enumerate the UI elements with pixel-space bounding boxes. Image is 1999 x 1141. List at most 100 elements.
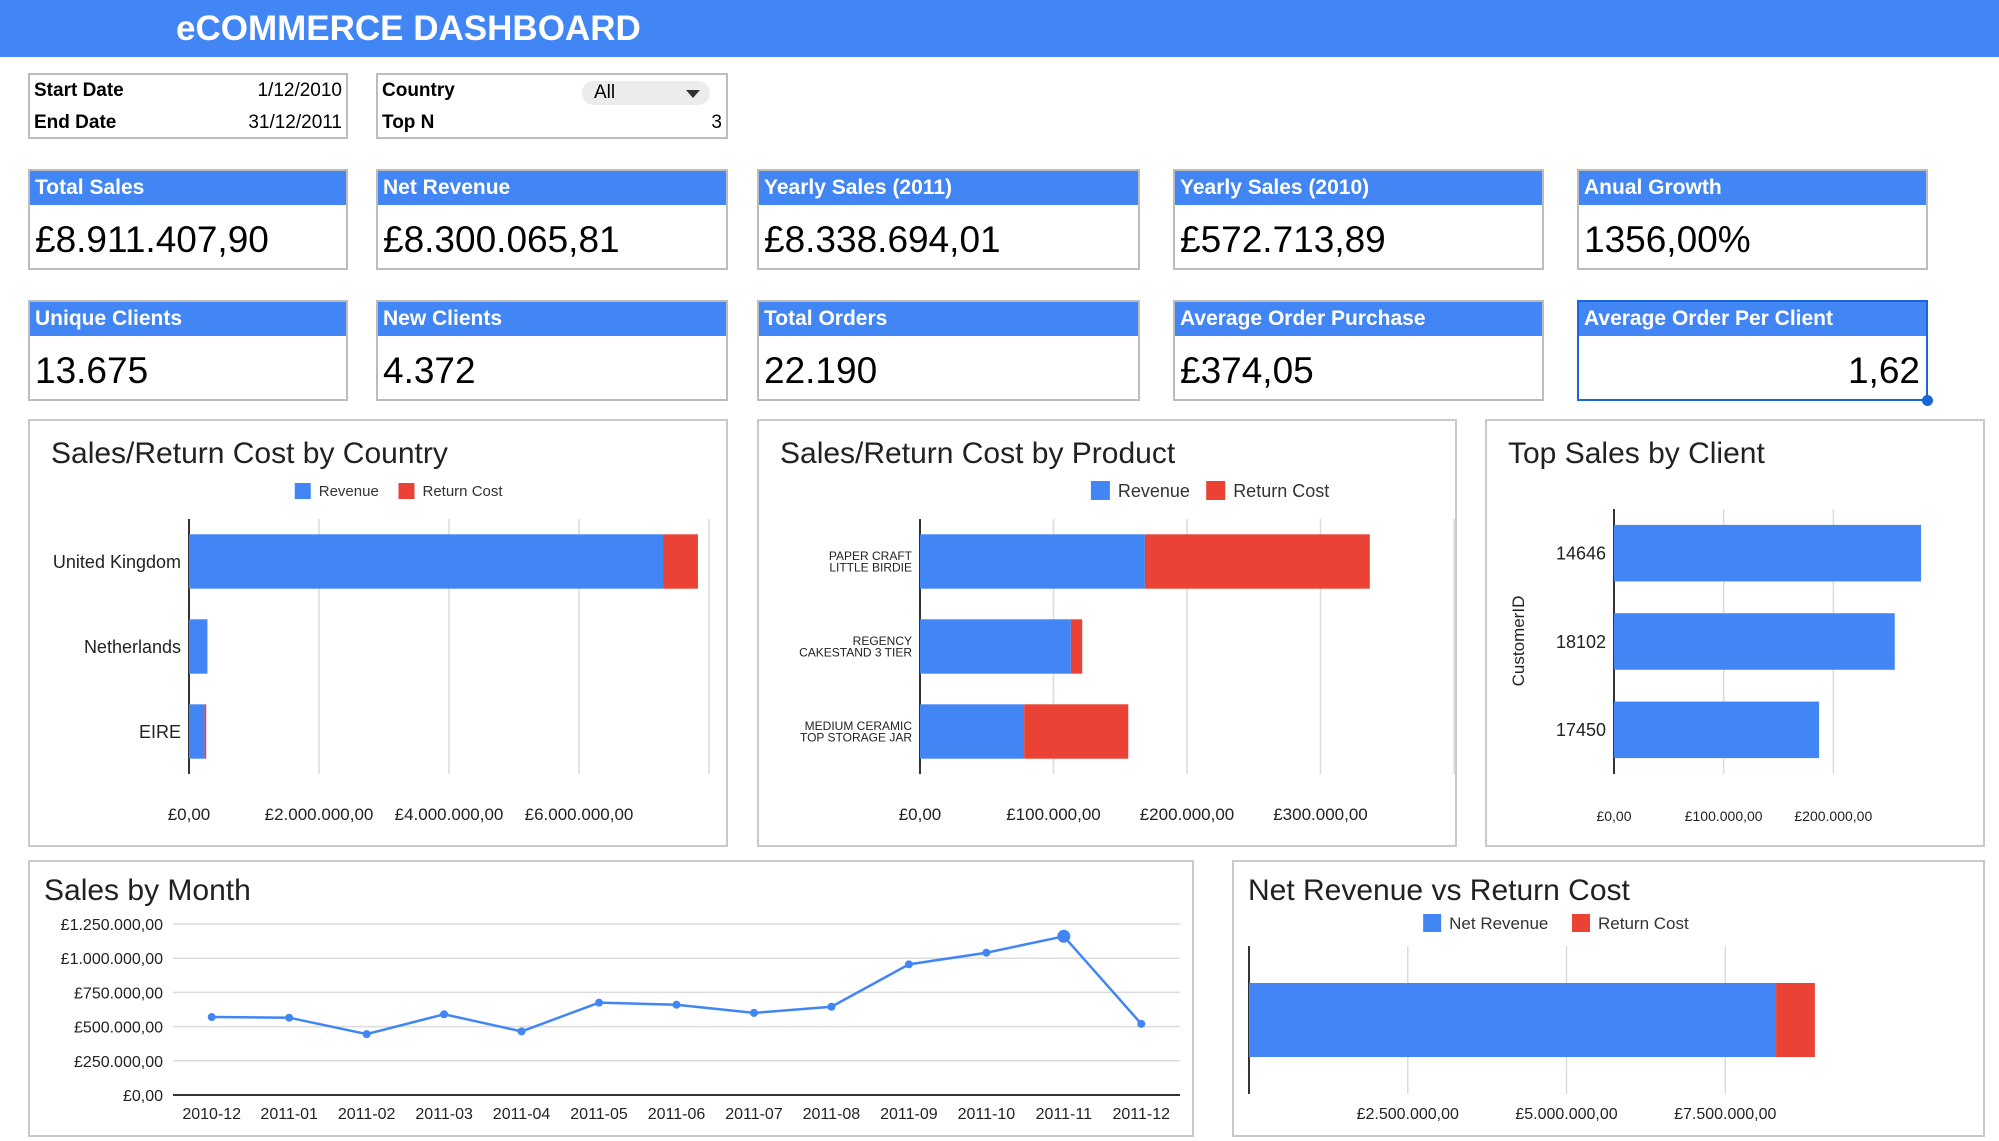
- x-tick-label: 2011-12: [1113, 1106, 1171, 1123]
- x-tick-label: 2011-07: [725, 1106, 783, 1123]
- tick-label: £4.000.000,00: [395, 805, 504, 824]
- bar: [1776, 983, 1815, 1057]
- data-point: [285, 1013, 294, 1022]
- tick-label: £1.000.000,00: [61, 951, 163, 968]
- end-date-label: End Date: [34, 112, 117, 133]
- data-point: [982, 948, 991, 957]
- tick-label: £6.000.000,00: [525, 805, 634, 824]
- data-point: [1057, 929, 1071, 943]
- data-point: [749, 1008, 758, 1017]
- kpi-label: Anual Growth: [1584, 176, 1722, 199]
- start-date-value[interactable]: 1/12/2010: [257, 80, 342, 102]
- netrev-chart-svg: Net Revenue Return Cost £2.500.000,00 £5.00…: [1248, 914, 1815, 1123]
- kpi-annual-growth: Anual Growth 1356,00%: [1577, 169, 1928, 270]
- bar: [204, 704, 207, 759]
- kpi-unique-clients: Unique Clients 13.675: [28, 300, 348, 401]
- tick-label: £7.500.000,00: [1674, 1106, 1776, 1123]
- tick-label: £2.500.000,00: [1357, 1106, 1459, 1123]
- data-point: [672, 1000, 681, 1009]
- kpi-value: 22.190: [764, 350, 878, 391]
- tick-label: £1.250.000,00: [61, 917, 163, 934]
- bar: [1614, 701, 1820, 759]
- tick-label: £2.000.000,00: [265, 805, 374, 824]
- category-label: 18102: [1556, 632, 1606, 652]
- product-chart-svg: Revenue Return CostPAPER CRAFTLITTLE BIRD…: [799, 481, 1455, 824]
- legend-label: Revenue: [1118, 481, 1190, 501]
- legend-swatch: [1572, 914, 1590, 932]
- date-filter-panel: Start Date 1/12/2010 End Date 31/12/2011: [28, 73, 348, 139]
- category-label: United Kingdom: [53, 552, 181, 572]
- kpi-total-orders: Total Orders 22.190: [757, 300, 1140, 401]
- data-point: [517, 1027, 526, 1036]
- selection-handle[interactable]: [1922, 395, 1933, 406]
- chevron-down-icon: [686, 90, 700, 98]
- panel-netrev-chart: Net Revenue vs Return Cost Net Revenue Re…: [1232, 860, 1985, 1137]
- kpi-label: Yearly Sales (2011): [764, 176, 952, 199]
- kpi-yearly-sales-2011: Yearly Sales (2011) £8.338.694,01: [757, 169, 1140, 270]
- legend-swatch: [1206, 481, 1226, 500]
- x-tick-label: 2011-04: [493, 1106, 551, 1123]
- kpi-label: Unique Clients: [35, 307, 183, 330]
- tick-label: £200.000,00: [1794, 808, 1872, 824]
- panel-country-chart: Sales/Return Cost by Country Revenue Retu…: [28, 419, 728, 847]
- legend-swatch: [294, 483, 311, 499]
- panel-product-chart: Sales/Return Cost by Product Revenue Retu…: [757, 419, 1457, 847]
- tick-label: £0,00: [168, 805, 211, 824]
- tick-label: £250.000,00: [74, 1054, 163, 1071]
- kpi-label: Total Sales: [35, 176, 145, 199]
- kpi-label: Yearly Sales (2010): [1180, 176, 1370, 199]
- kpi-new-clients: New Clients 4.372: [376, 300, 728, 401]
- legend-label: Return Cost: [1233, 481, 1329, 501]
- x-tick-label: 2011-11: [1036, 1106, 1092, 1123]
- category-label: LITTLE BIRDIE: [829, 560, 912, 574]
- tick-label: £0,00: [899, 805, 942, 824]
- country-dropdown-value: All: [594, 82, 616, 103]
- kpi-label: Average Order Purchase: [1180, 307, 1426, 330]
- kpi-net-revenue: Net Revenue £8.300.065,81: [376, 169, 728, 270]
- kpi-value: 13.675: [35, 350, 149, 391]
- topn-value[interactable]: 3: [711, 112, 722, 134]
- bar: [189, 534, 664, 589]
- bar: [189, 704, 205, 759]
- legend-swatch: [398, 483, 415, 499]
- kpi-label: Total Orders: [764, 307, 888, 330]
- kpi-value: £572.713,89: [1180, 219, 1386, 260]
- panel-month-chart: Sales by Month £0,00 £250.000,00 £500.000,…: [28, 860, 1194, 1137]
- kpi-value: £374,05: [1180, 350, 1314, 391]
- kpi-average-order-per-client[interactable]: Average Order Per Client 1,62: [1577, 300, 1928, 401]
- kpi-value: 4.372: [383, 350, 476, 391]
- x-tick-label: 2010-12: [182, 1106, 241, 1123]
- legend-label: Return Cost: [423, 483, 504, 500]
- x-tick-label: 2011-08: [803, 1106, 861, 1123]
- bar: [1024, 704, 1129, 759]
- kpi-value: 1,62: [1847, 350, 1920, 391]
- legend-label: Return Cost: [1598, 914, 1689, 933]
- category-label: TOP STORAGE JAR: [800, 730, 912, 744]
- category-label: 17450: [1556, 720, 1606, 740]
- data-point: [904, 960, 913, 969]
- tick-label: £0,00: [123, 1088, 163, 1105]
- bar: [1249, 983, 1777, 1057]
- data-point: [440, 1010, 449, 1019]
- bar: [920, 619, 1071, 674]
- tick-label: £0,00: [1596, 808, 1631, 824]
- x-tick-label: 2011-10: [958, 1106, 1016, 1123]
- topn-label: Top N: [382, 112, 435, 133]
- category-label: CAKESTAND 3 TIER: [799, 645, 912, 659]
- data-point: [1137, 1019, 1146, 1028]
- tick-label: £100.000,00: [1685, 808, 1763, 824]
- kpi-value: £8.911.407,90: [35, 219, 269, 260]
- country-chart-svg: Revenue Return Cost United Kingdom Netherla…: [53, 483, 710, 824]
- data-point: [207, 1013, 216, 1022]
- category-label: EIRE: [139, 722, 181, 742]
- series-line: [211, 934, 1143, 1036]
- end-date-value[interactable]: 31/12/2011: [248, 112, 342, 134]
- bar: [920, 534, 1145, 589]
- bar: [1614, 524, 1922, 582]
- start-date-label: Start Date: [34, 80, 124, 101]
- data-point: [362, 1030, 371, 1039]
- bar: [920, 704, 1025, 759]
- legend-label: Net Revenue: [1449, 914, 1548, 933]
- kpi-value: £8.338.694,01: [764, 219, 1001, 260]
- country-dropdown[interactable]: All: [582, 81, 710, 105]
